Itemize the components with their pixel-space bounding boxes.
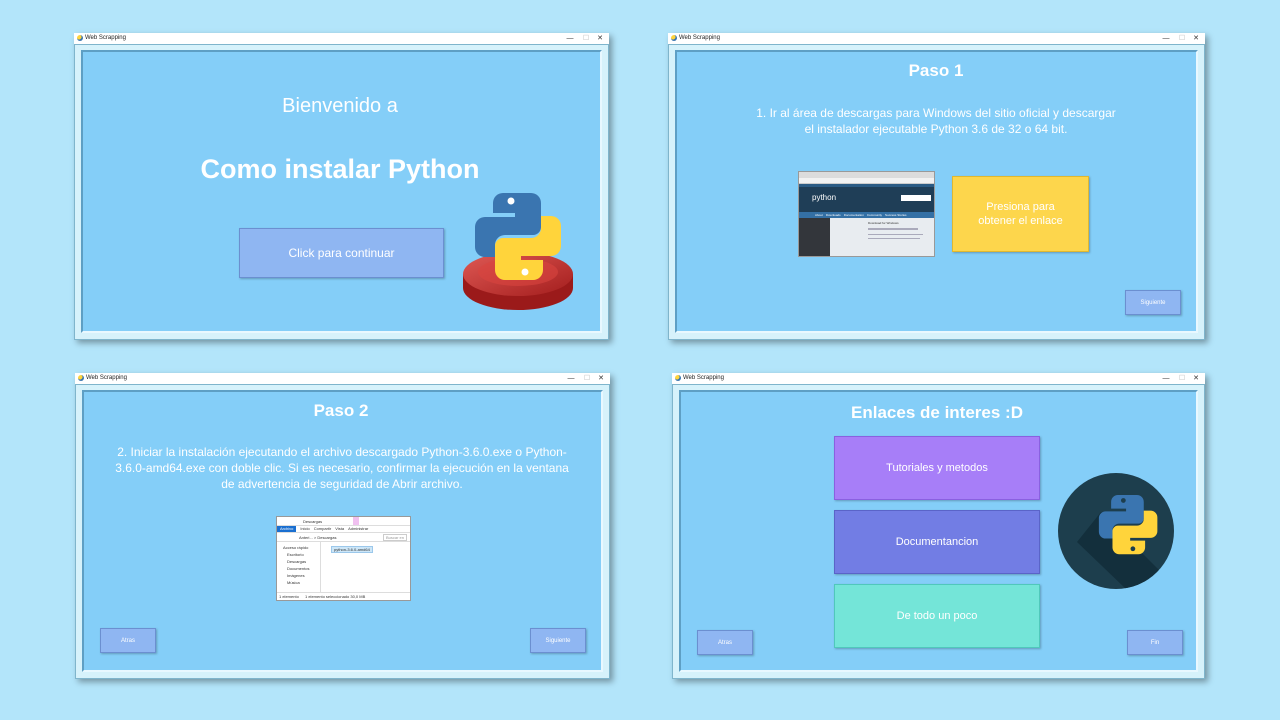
back-button[interactable]: Atras <box>100 628 156 653</box>
close-button[interactable]: ✕ <box>594 373 608 384</box>
maximize-button[interactable]: ☐ <box>1175 33 1189 44</box>
window-frame: Paso 2 2. Iniciar la instalación ejecuta… <box>75 384 610 679</box>
explorer-search: Buscar en <box>382 534 407 541</box>
explorer-title: Descargas <box>303 519 323 524</box>
window-title: Web Scrapping <box>679 35 720 41</box>
explorer-ribbon: Archivo Inicio Compartir Vista Administr… <box>277 526 410 533</box>
close-button[interactable]: ✕ <box>593 33 607 44</box>
misc-link-button[interactable]: De todo un poco <box>834 584 1040 648</box>
window-frame: Bienvenido a Como instalar Python Click … <box>74 44 609 340</box>
close-button[interactable]: ✕ <box>1189 373 1203 384</box>
minimize-button[interactable]: — <box>563 33 577 44</box>
python-app-icon <box>671 35 677 41</box>
next-button[interactable]: Siguiente <box>1125 290 1181 315</box>
window-title: Web Scrapping <box>683 375 724 381</box>
title-bar[interactable]: Web Scrapping — ☐ ✕ <box>74 33 609 44</box>
welcome-headline: Como instalar Python <box>200 154 480 184</box>
python-site-screenshot: python About Downloads Documentation Com… <box>798 171 935 257</box>
explorer-screenshot: Descargas Archivo Inicio Compartir Vista… <box>276 516 411 601</box>
tutorials-link-button[interactable]: Tutoriales y metodos <box>834 436 1040 500</box>
explorer-file-item[interactable]: python-3.6.0-amd64 <box>331 546 373 553</box>
python-app-icon <box>77 35 83 41</box>
docs-link-button[interactable]: Documentancion <box>834 510 1040 574</box>
get-link-button[interactable]: Presiona para obtener el enlace <box>952 176 1089 252</box>
links-title: Enlaces de interes :D <box>851 403 1023 422</box>
explorer-status-left: 1 elemento <box>279 594 299 599</box>
minimize-button[interactable]: — <box>1159 373 1173 384</box>
content-panel: Bienvenido a Como instalar Python Click … <box>81 50 602 333</box>
welcome-greeting: Bienvenido a <box>282 95 398 117</box>
maximize-button[interactable]: ☐ <box>580 373 594 384</box>
python-app-icon <box>675 375 681 381</box>
continue-button[interactable]: Click para continuar <box>239 228 444 278</box>
next-button[interactable]: Siguiente <box>530 628 586 653</box>
minimize-button[interactable]: — <box>564 373 578 384</box>
step1-window: Web Scrapping — ☐ ✕ Paso 1 1. Ir al área… <box>668 33 1205 340</box>
minimize-button[interactable]: — <box>1159 33 1173 44</box>
explorer-status-mid: 1 elemento seleccionado 30,0 MB <box>305 594 366 599</box>
window-title: Web Scrapping <box>85 35 126 41</box>
explorer-sidebar: Acceso rápido Escritorio Descargas Docum… <box>277 542 321 592</box>
python-site-logo: python <box>812 193 837 202</box>
welcome-window: Web Scrapping — ☐ ✕ Bienvenido a Como in… <box>74 33 609 340</box>
maximize-button[interactable]: ☐ <box>579 33 593 44</box>
content-panel: Paso 1 1. Ir al área de descargas para W… <box>675 50 1198 333</box>
python-pedestal-logo <box>463 193 573 310</box>
content-panel: Paso 2 2. Iniciar la instalación ejecuta… <box>82 390 603 672</box>
back-button[interactable]: Atras <box>697 630 753 655</box>
window-frame: Enlaces de interes :D Tutoriales y metod… <box>672 384 1205 679</box>
python-site-download-heading: Download for Windows <box>868 221 899 225</box>
step1-instruction: 1. Ir al área de descargas para Windows … <box>756 106 1116 136</box>
title-bar[interactable]: Web Scrapping — ☐ ✕ <box>75 373 610 384</box>
maximize-button[interactable]: ☐ <box>1175 373 1189 384</box>
close-button[interactable]: ✕ <box>1189 33 1203 44</box>
python-badge-logo <box>1058 473 1174 589</box>
python-app-icon <box>78 375 84 381</box>
content-panel: Enlaces de interes :D Tutoriales y metod… <box>679 390 1198 672</box>
title-bar[interactable]: Web Scrapping — ☐ ✕ <box>672 373 1205 384</box>
step2-title: Paso 2 <box>313 401 369 420</box>
step1-title: Paso 1 <box>908 61 964 80</box>
window-frame: Paso 1 1. Ir al área de descargas para W… <box>668 44 1205 340</box>
explorer-path: Anteri... > Descargas <box>299 535 337 540</box>
end-button[interactable]: Fin <box>1127 630 1183 655</box>
links-window: Web Scrapping — ☐ ✕ Enlaces de interes :… <box>672 373 1205 679</box>
title-bar[interactable]: Web Scrapping — ☐ ✕ <box>668 33 1205 44</box>
step2-window: Web Scrapping — ☐ ✕ Paso 2 2. Iniciar la… <box>75 373 610 679</box>
window-title: Web Scrapping <box>86 375 127 381</box>
step2-instruction: 2. Iniciar la instalación ejecutando el … <box>115 445 569 491</box>
